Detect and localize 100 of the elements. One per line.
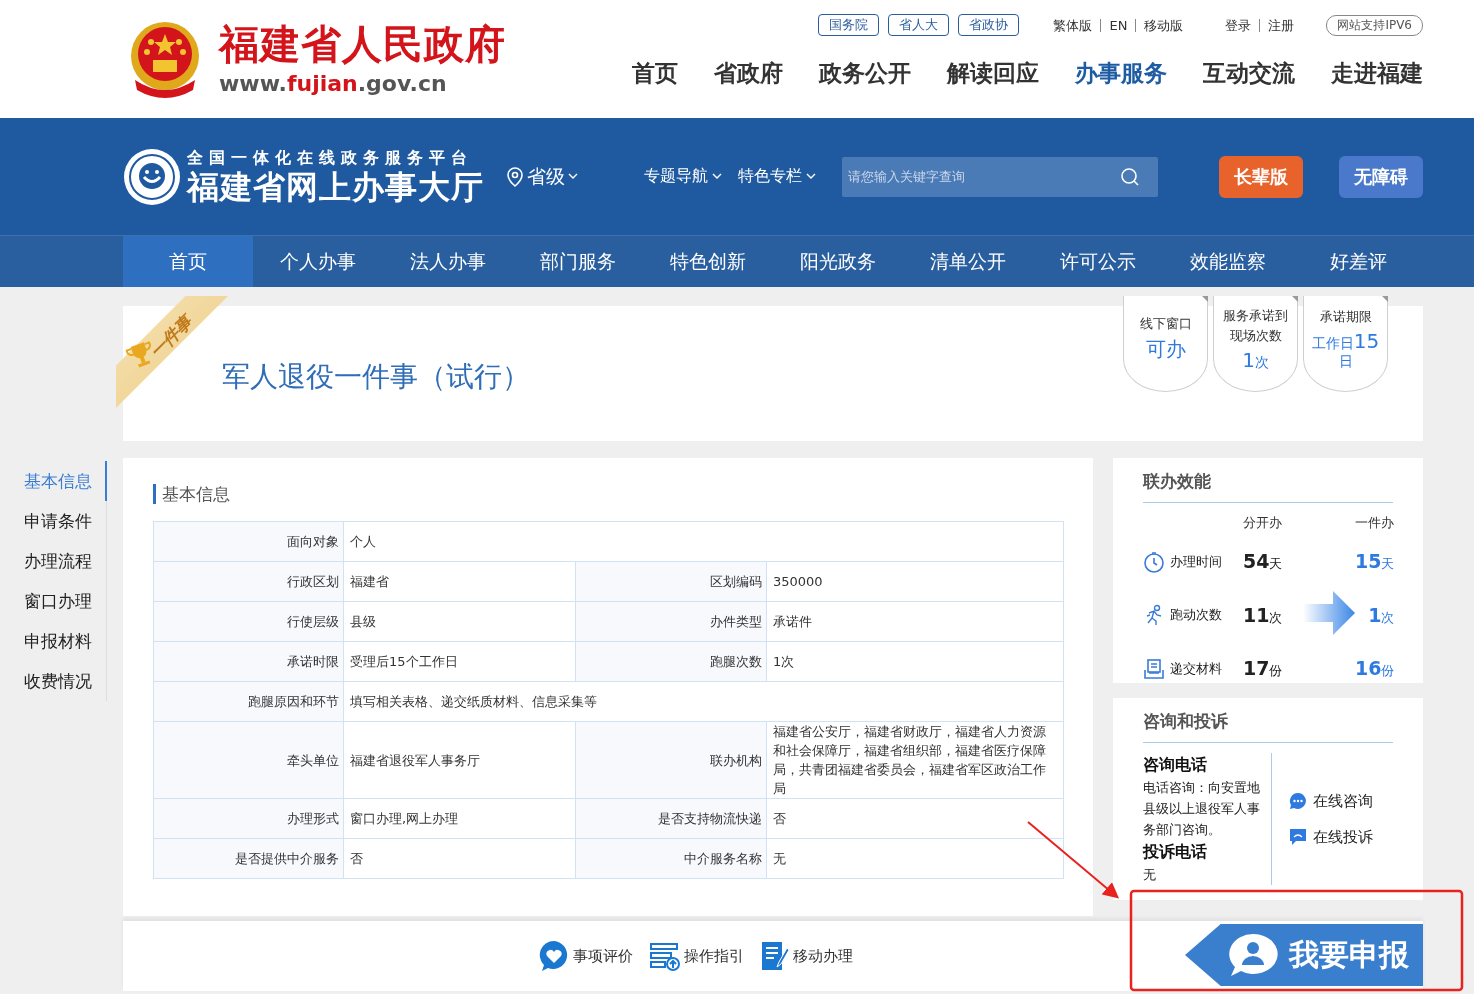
heart-chat-icon	[538, 940, 570, 972]
bottom-action[interactable]: 操作指引	[649, 940, 744, 972]
field-label: 办理形式	[153, 798, 344, 839]
chat-bubble-icon	[1289, 792, 1307, 810]
side-nav-item[interactable]: 申报材料	[0, 621, 107, 661]
metric-value: 17份	[1243, 657, 1284, 680]
field-label: 是否提供中介服务	[153, 838, 344, 879]
site-title: 福建省人民政府	[219, 20, 506, 68]
metric-label: 办理时间	[1170, 552, 1222, 571]
panel-title: 咨询和投诉	[1143, 710, 1393, 743]
nav-link[interactable]: 解读回应	[947, 58, 1039, 89]
document-pen-icon	[760, 940, 790, 972]
hall-logo-icon	[123, 147, 181, 206]
panel-title: 联办效能	[1143, 470, 1393, 503]
menu-dropdown[interactable]: 专题导航	[644, 166, 722, 187]
field-value: 否	[343, 838, 576, 879]
nav-link[interactable]: 首页	[632, 58, 678, 89]
nav-tab[interactable]: 首页	[123, 236, 253, 287]
section-heading: 基本信息	[153, 484, 1063, 504]
nav-tab[interactable]: 部门服务	[513, 236, 643, 287]
badge-label: 服务承诺到现场次数	[1222, 306, 1289, 345]
nav-tab[interactable]: 特色创新	[643, 236, 773, 287]
metric-label: 递交材料	[1170, 659, 1222, 678]
metric-value: 16份	[1355, 657, 1395, 680]
org-link[interactable]: 省人大	[888, 14, 950, 36]
org-link[interactable]: 国务院	[818, 14, 880, 36]
region-selector[interactable]: 省级	[506, 163, 578, 190]
field-label: 办件类型	[575, 601, 767, 642]
field-label: 中介服务名称	[575, 838, 767, 879]
field-value: 个人	[343, 521, 1064, 562]
field-value: 福建省公安厅，福建省财政厅，福建省人力资源和社会保障厅，福建省组织部，福建省医疗保障局，共青团福建省委员会，福建省军区政治工作局	[766, 721, 1064, 799]
mode-button[interactable]: 无障碍	[1339, 155, 1423, 198]
field-label: 区划编码	[575, 561, 767, 602]
account-link[interactable]: 注册	[1259, 18, 1303, 32]
menu-dropdown[interactable]: 特色专栏	[738, 166, 816, 187]
badge-value: 工作日 15 日	[1310, 328, 1381, 371]
nav-link[interactable]: 互动交流	[1203, 58, 1295, 89]
field-label: 联办机构	[575, 721, 767, 799]
field-value: 1次	[766, 641, 1064, 682]
list-upload-icon	[649, 940, 681, 972]
field-value: 否	[766, 798, 1064, 839]
nav-tab[interactable]: 许可公示	[1033, 236, 1163, 287]
tray-document-icon	[1143, 657, 1165, 680]
field-value: 承诺件	[766, 601, 1064, 642]
field-value: 无	[766, 838, 1064, 879]
contact-heading: 投诉电话	[1143, 841, 1208, 863]
field-label: 牵头单位	[153, 721, 344, 799]
side-nav-item[interactable]: 收费情况	[0, 661, 107, 701]
metric-label: 跑动次数	[1170, 606, 1222, 624]
badge-value: 可办	[1145, 336, 1186, 363]
field-value: 350000	[766, 561, 1064, 602]
field-label: 是否支持物流快递	[575, 798, 767, 839]
item-title: 军人退役一件事（试行）	[222, 359, 530, 395]
nav-tab[interactable]: 法人办事	[383, 236, 513, 287]
search-icon[interactable]	[1120, 166, 1140, 187]
apply-button[interactable]: 我要申报	[1185, 924, 1423, 986]
nav-tab[interactable]: 个人办事	[253, 236, 383, 287]
bottom-action[interactable]: 移动办理	[760, 940, 853, 972]
contact-link[interactable]: 在线投诉	[1289, 827, 1373, 847]
side-nav-item[interactable]: 办理流程	[0, 541, 107, 581]
lang-link[interactable]: 移动版	[1135, 18, 1192, 32]
nav-link[interactable]: 政务公开	[819, 58, 911, 89]
side-nav-item[interactable]: 基本信息	[0, 461, 107, 501]
bottom-action[interactable]: 事项评价	[538, 940, 633, 972]
nav-link[interactable]: 省政府	[714, 58, 783, 89]
search-field[interactable]: 请您输入关键字查询	[842, 156, 1158, 197]
contact-link[interactable]: 在线咨询	[1289, 791, 1373, 811]
badge-label: 线下窗口	[1139, 315, 1192, 333]
nav-link[interactable]: 办事服务	[1075, 58, 1167, 89]
field-label: 跑腿原因和环节	[153, 681, 344, 722]
site-domain[interactable]: www.fujian.gov.cn	[219, 70, 506, 98]
metric-value: 1次	[1368, 603, 1395, 627]
org-link[interactable]: 省政协	[958, 14, 1020, 36]
field-value: 福建省	[343, 561, 576, 602]
contact-heading: 咨询电话	[1143, 754, 1208, 776]
field-label: 跑腿次数	[575, 641, 767, 682]
user-chat-icon	[1227, 932, 1279, 978]
chevron-down-icon	[806, 173, 816, 180]
nav-link[interactable]: 走进福建	[1331, 58, 1423, 89]
nav-tab[interactable]: 阳光政务	[773, 236, 903, 287]
lang-link[interactable]: EN	[1100, 18, 1136, 32]
lang-link[interactable]: 繁体版	[1053, 18, 1101, 32]
chat-bubble-icon	[1289, 828, 1307, 846]
side-nav-item[interactable]: 申请条件	[0, 501, 107, 541]
location-pin-icon	[506, 166, 524, 187]
column-header: 一件办	[1355, 514, 1395, 532]
ribbon-label: 一件事	[145, 311, 198, 364]
field-value: 福建省退役军人事务厅	[343, 721, 576, 799]
nav-tab[interactable]: 清单公开	[903, 236, 1033, 287]
nav-tab[interactable]: 效能监察	[1163, 236, 1293, 287]
contact-text: 电话咨询：向安置地县级以上退役军人事务部门咨询。	[1143, 779, 1261, 839]
field-label: 承诺时限	[153, 641, 344, 682]
chevron-down-icon	[712, 173, 722, 180]
side-nav-item[interactable]: 窗口办理	[0, 581, 107, 621]
chevron-down-icon	[568, 173, 578, 180]
column-header: 分开办	[1243, 514, 1283, 532]
field-value: 受理后15个工作日	[343, 641, 576, 682]
nav-tab[interactable]: 好差评	[1293, 236, 1423, 287]
account-link[interactable]: 登录	[1225, 18, 1260, 32]
field-label: 行政区划	[153, 561, 344, 602]
